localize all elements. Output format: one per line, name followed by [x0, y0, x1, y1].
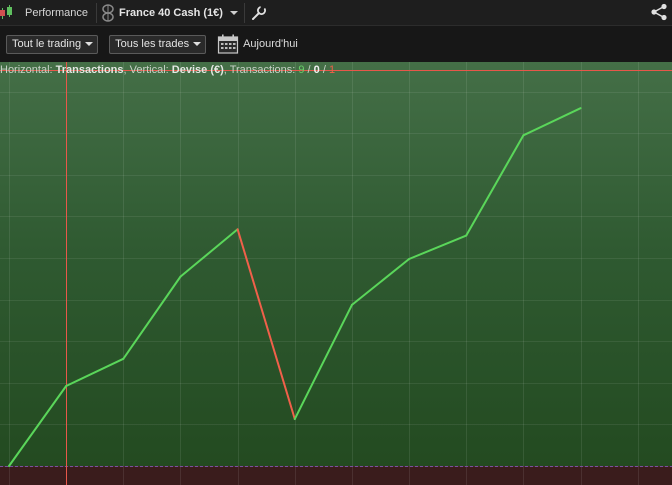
- equity-segment-gain: [408, 234, 468, 261]
- equity-segment-gain: [65, 357, 125, 387]
- transactions-prefix: , Transactions:: [223, 64, 299, 76]
- trades-filter-label: Tous les trades: [115, 38, 190, 50]
- trading-filter-label: Tout le trading: [12, 38, 82, 50]
- calendar-icon[interactable]: [217, 34, 239, 54]
- trades-filter-dropdown[interactable]: Tous les trades: [109, 34, 207, 54]
- candlestick-icon: [0, 0, 20, 25]
- today-button[interactable]: Aujourd'hui: [243, 38, 298, 50]
- losing-trades-count: 1: [328, 64, 336, 76]
- instrument-label: France 40 Cash (1€): [118, 6, 223, 19]
- chevron-down-icon: [85, 42, 94, 46]
- equity-chart[interactable]: Horizontal: Transactions, Vertical: Devi…: [0, 62, 672, 485]
- settings-button[interactable]: [245, 0, 269, 25]
- share-icon[interactable]: [650, 3, 668, 21]
- instrument-selector[interactable]: France 40 Cash (1€): [97, 0, 244, 25]
- equity-segment-gain: [522, 107, 582, 137]
- performance-tab[interactable]: Performance: [0, 0, 96, 25]
- chevron-down-icon: [193, 42, 202, 46]
- equity-segment-gain: [179, 228, 239, 278]
- horizontal-prefix: Horizontal:: [0, 64, 56, 76]
- count-separator: /: [304, 64, 314, 76]
- filter-toolbar: Tout le trading Tous les trades Aujourd'…: [0, 26, 672, 62]
- horizontal-axis-value: Transactions: [55, 64, 124, 76]
- equity-segment-loss: [236, 228, 296, 421]
- vertical-prefix: , Vertical:: [123, 64, 172, 76]
- equity-segment-gain: [8, 384, 68, 467]
- trading-filter-dropdown[interactable]: Tout le trading: [6, 34, 99, 54]
- chevron-down-icon: [229, 10, 238, 15]
- top-bar: Performance France 40 Cash (1€): [0, 0, 672, 26]
- wrench-icon: [251, 3, 266, 20]
- coin-icon: [101, 3, 115, 23]
- vertical-axis-value: Devise (€): [171, 64, 224, 76]
- equity-segment-gain: [122, 275, 182, 360]
- equity-segment-gain: [293, 303, 353, 421]
- equity-segment-gain: [350, 258, 411, 306]
- chart-canvas: [0, 62, 672, 485]
- performance-label: Performance: [25, 6, 88, 19]
- chart-info-line: Horizontal: Transactions, Vertical: Devi…: [0, 64, 335, 76]
- equity-segment-gain: [465, 134, 525, 237]
- count-separator: /: [319, 64, 329, 76]
